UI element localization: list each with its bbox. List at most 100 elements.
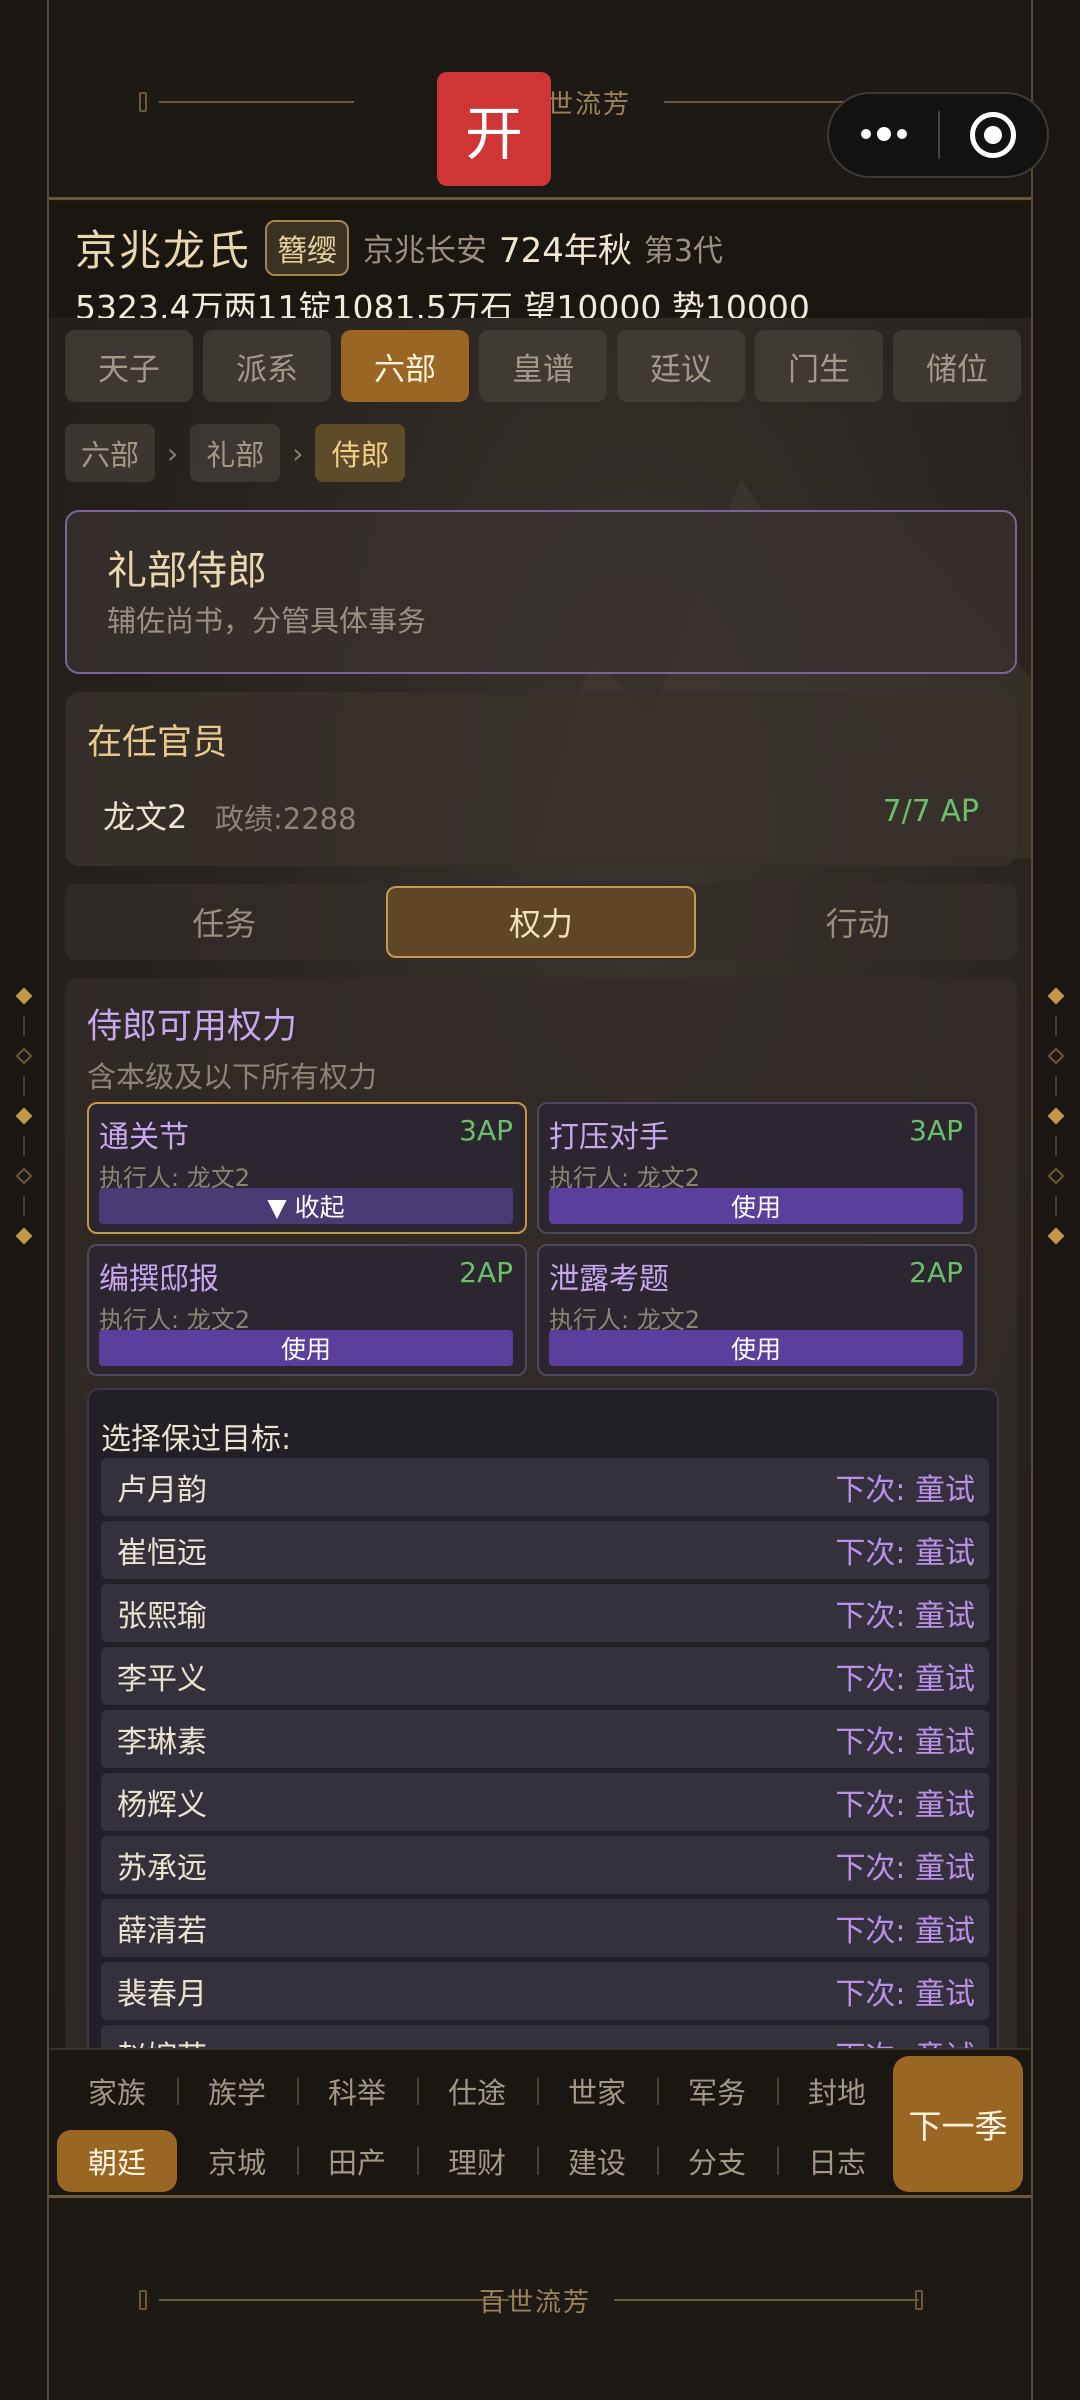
target-next-exam: 下次: 童试 (835, 1662, 975, 1697)
target-selector: 选择保过目标: 卢月韵 下次: 童试 崔恒远 下次: 童试 张熙瑜 下次: 童试 李平… (87, 1388, 999, 2048)
nav-zuxue[interactable]: 族学 (177, 2060, 297, 2122)
target-row[interactable]: 赵婉若 下次: 童试 (101, 2025, 989, 2048)
nav-chaoting[interactable]: 朝廷 (57, 2130, 177, 2192)
tab-paixi[interactable]: 派系 (203, 330, 331, 402)
subtab-powers[interactable]: 权力 (385, 886, 697, 958)
power-card-xieloukaoti[interactable]: 泄露考题 2AP 执行人: 龙文2 使用 (537, 1244, 977, 1376)
family-place: 京兆长安 (363, 233, 488, 269)
collapse-button[interactable]: ▼ 收起 (99, 1188, 513, 1224)
target-next-exam: 下次: 童试 (835, 1473, 975, 1508)
power-ap-cost: 3AP (909, 1114, 963, 1147)
power-name: 泄露考题 (549, 1262, 669, 1297)
nav-fenzhi[interactable]: 分支 (657, 2130, 777, 2192)
breadcrumb-shilang[interactable]: 侍郎 (315, 424, 406, 482)
nav-junwu[interactable]: 军务 (657, 2060, 777, 2122)
target-name: 李平义 (117, 1662, 207, 1697)
target-next-exam: 下次: 童试 (835, 1788, 975, 1823)
main-content: 天子 派系 六部 皇谱 廷议 门生 储位 六部 › 礼部 › 侍郎 礼部侍郎 辅… (49, 318, 1031, 2048)
right-side-ornament (1046, 976, 1066, 1256)
nav-fengdi[interactable]: 封地 (777, 2060, 897, 2122)
deco-line-left (159, 101, 354, 103)
breadcrumb-liubu[interactable]: 六部 (65, 424, 156, 482)
official-name[interactable]: 龙文2 (103, 792, 187, 838)
sub-tabs: 任务 权力 行动 (65, 884, 1017, 960)
target-next-exam: 下次: 童试 (835, 1599, 975, 1634)
deco-cap-left (139, 92, 147, 112)
powers-panel: 侍郎可用权力 含本级及以下所有权力 通关节 3AP 执行人: 龙文2 ▼ 收起 … (65, 978, 1017, 2048)
target-name: 赵婉若 (117, 2032, 207, 2048)
nav-shijia[interactable]: 世家 (537, 2060, 657, 2122)
tab-liubu[interactable]: 六部 (341, 330, 469, 402)
target-row[interactable]: 杨辉义 下次: 童试 (101, 1773, 989, 1831)
nav-keju[interactable]: 科举 (297, 2060, 417, 2122)
tab-tianzi[interactable]: 天子 (65, 330, 193, 402)
deco-cap-right (915, 2290, 923, 2310)
nav-rizhi[interactable]: 日志 (777, 2130, 897, 2192)
breadcrumb-libu[interactable]: 礼部 (190, 424, 281, 482)
target-next-exam: 下次: 童试 (835, 1977, 975, 2012)
nav-jianshe[interactable]: 建设 (537, 2130, 657, 2192)
generation: 第3代 (643, 233, 724, 269)
target-row[interactable]: 薛清若 下次: 童试 (101, 1899, 989, 1957)
official-ap: 7/7 AP (882, 794, 979, 829)
app-logo-icon[interactable]: 开 (437, 72, 551, 186)
use-button[interactable]: 使用 (549, 1188, 963, 1224)
breadcrumb: 六部 › 礼部 › 侍郎 (65, 424, 406, 482)
subtab-actions[interactable]: 行动 (704, 886, 1011, 958)
office-title: 礼部侍郎 (107, 548, 267, 594)
subtab-tasks[interactable]: 任务 (71, 886, 378, 958)
power-name: 编撰邸报 (99, 1262, 219, 1297)
target-row[interactable]: 卢月韵 下次: 童试 (101, 1458, 989, 1516)
power-name: 打压对手 (549, 1120, 669, 1155)
more-menu-icon[interactable] (829, 127, 938, 141)
target-name: 崔恒远 (117, 1536, 207, 1571)
rank-badge: 簪缨 (265, 219, 350, 276)
target-next-exam: 下次: 童试 (835, 1725, 975, 1760)
target-row[interactable]: 李琳素 下次: 童试 (101, 1710, 989, 1768)
power-name: 通关节 (99, 1120, 189, 1155)
bottom-title-bar: 百世流芳 (49, 2200, 1031, 2400)
nav-jiazu[interactable]: 家族 (57, 2060, 177, 2122)
power-card-tongguanjie[interactable]: 通关节 3AP 执行人: 龙文2 ▼ 收起 (87, 1102, 527, 1234)
tab-huangpu[interactable]: 皇谱 (479, 330, 607, 402)
tab-chuwei[interactable]: 储位 (893, 330, 1021, 402)
target-next-exam: 下次: 童试 (835, 1536, 975, 1571)
target-list[interactable]: 卢月韵 下次: 童试 崔恒远 下次: 童试 张熙瑜 下次: 童试 李平义 下次: 童试 … (101, 1458, 989, 2048)
target-row[interactable]: 裴春月 下次: 童试 (101, 1962, 989, 2020)
incumbent-panel: 在任官员 龙文2 政绩:2288 7/7 AP (65, 692, 1017, 866)
powers-title: 侍郎可用权力 (87, 1007, 298, 1047)
close-target-icon[interactable] (940, 112, 1047, 158)
family-name: 京兆龙氏 (75, 226, 252, 275)
target-row[interactable]: 崔恒远 下次: 童试 (101, 1521, 989, 1579)
nav-tianchan[interactable]: 田产 (297, 2130, 417, 2192)
current-season: 724年秋 (499, 231, 632, 271)
next-season-button[interactable]: 下一季 (893, 2056, 1023, 2192)
miniprogram-capsule (827, 92, 1049, 178)
target-row[interactable]: 张熙瑜 下次: 童试 (101, 1584, 989, 1642)
power-ap-cost: 2AP (459, 1256, 513, 1289)
target-row[interactable]: 苏承远 下次: 童试 (101, 1836, 989, 1894)
target-name: 李琳素 (117, 1725, 207, 1760)
target-row[interactable]: 李平义 下次: 童试 (101, 1647, 989, 1705)
target-name: 杨辉义 (117, 1788, 207, 1823)
use-button[interactable]: 使用 (99, 1330, 513, 1366)
target-name: 卢月韵 (117, 1473, 207, 1508)
nav-jingcheng[interactable]: 京城 (177, 2130, 297, 2192)
game-frame: 百世流芳 开 京兆龙氏 簪缨 京兆长安 724年秋 第3代 5323.4万两11… (47, 0, 1049, 2400)
deco-line-right (614, 2299, 919, 2301)
court-tabs: 天子 派系 六部 皇谱 廷议 门生 储位 (65, 330, 1021, 402)
chevron-right-icon: › (292, 436, 304, 470)
nav-shitu[interactable]: 仕途 (417, 2060, 537, 2122)
target-name: 张熙瑜 (117, 1599, 207, 1634)
target-name: 薛清若 (117, 1914, 207, 1949)
powers-desc: 含本级及以下所有权力 (87, 1060, 378, 1094)
bottom-title: 百世流芳 (479, 2288, 592, 2318)
target-next-exam: 下次: 童试 (835, 1851, 975, 1886)
power-card-bianzhuandibao[interactable]: 编撰邸报 2AP 执行人: 龙文2 使用 (87, 1244, 527, 1376)
use-button[interactable]: 使用 (549, 1330, 963, 1366)
power-card-dayaduishou[interactable]: 打压对手 3AP 执行人: 龙文2 使用 (537, 1102, 977, 1234)
tab-tingyi[interactable]: 廷议 (617, 330, 745, 402)
nav-licai[interactable]: 理财 (417, 2130, 537, 2192)
tab-mensheng[interactable]: 门生 (755, 330, 883, 402)
nav-row-1: 家族 族学 科举 仕途 世家 军务 封地 (57, 2060, 897, 2122)
